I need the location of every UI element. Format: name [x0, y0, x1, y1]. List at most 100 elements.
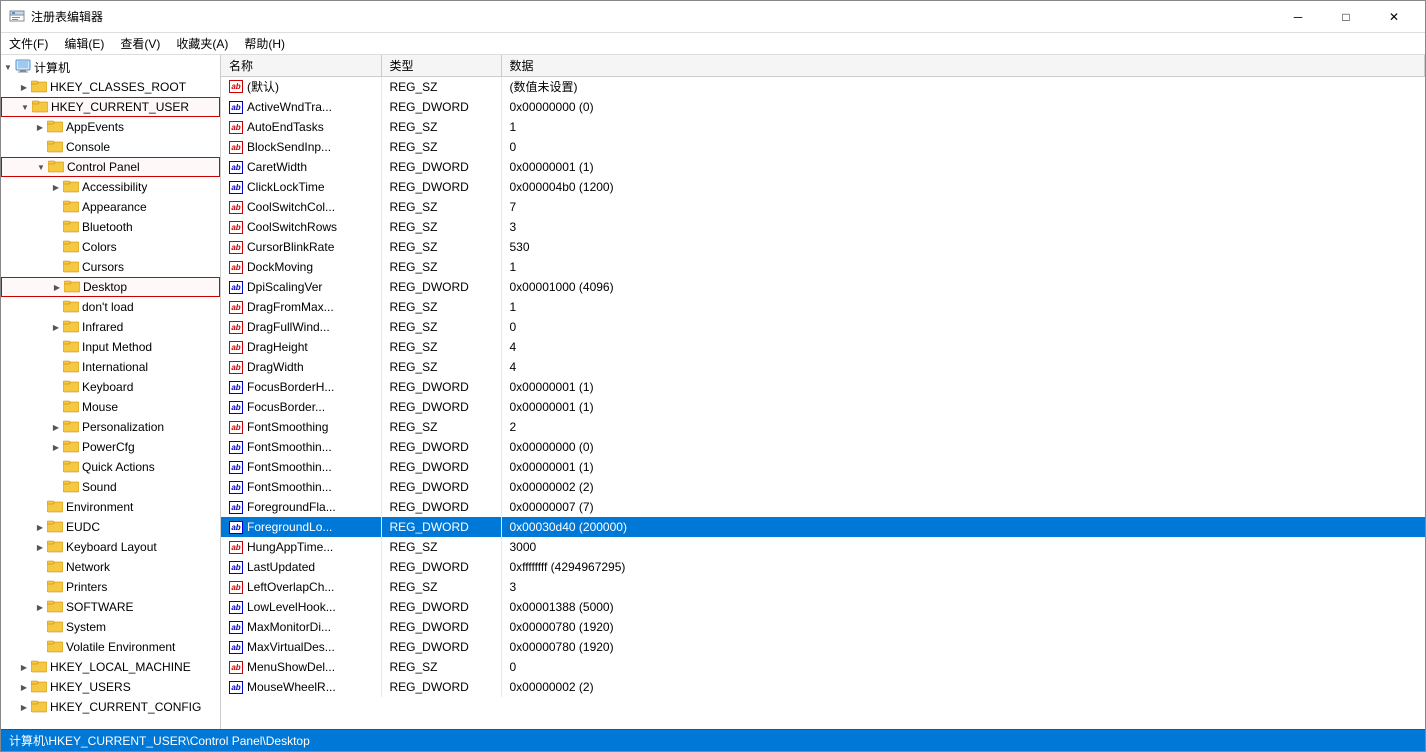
folder-icon: [47, 639, 63, 656]
expand-icon: ▶: [17, 699, 31, 715]
tree-node-cursors[interactable]: Cursors: [1, 257, 220, 277]
table-row[interactable]: ab FocusBorder... REG_DWORD 0x00000001 (…: [221, 397, 1425, 417]
reg-type-icon: ab: [229, 261, 243, 274]
tree-node-desktop[interactable]: ▶ Desktop: [1, 277, 220, 297]
table-row[interactable]: ab CursorBlinkRate REG_SZ 530: [221, 237, 1425, 257]
tree-node-appearance[interactable]: Appearance: [1, 197, 220, 217]
tree-node-dontload[interactable]: don't load: [1, 297, 220, 317]
table-row[interactable]: ab DragWidth REG_SZ 4: [221, 357, 1425, 377]
tree-node-printers[interactable]: Printers: [1, 577, 220, 597]
table-row[interactable]: ab MaxVirtualDes... REG_DWORD 0x00000780…: [221, 637, 1425, 657]
folder-icon: [64, 279, 80, 296]
table-row[interactable]: ab ForegroundFla... REG_DWORD 0x00000007…: [221, 497, 1425, 517]
menu-file[interactable]: 文件(F): [1, 33, 56, 55]
tree-node-hklm[interactable]: ▶ HKEY_LOCAL_MACHINE: [1, 657, 220, 677]
cell-data: 2: [501, 417, 1425, 437]
cell-data: 0x00000002 (2): [501, 677, 1425, 697]
tree-node-accessibility[interactable]: ▶ Accessibility: [1, 177, 220, 197]
table-row[interactable]: ab LastUpdated REG_DWORD 0xffffffff (429…: [221, 557, 1425, 577]
tree-node-environment[interactable]: Environment: [1, 497, 220, 517]
tree-node-console[interactable]: Console: [1, 137, 220, 157]
right-panel: 名称 类型 数据 ab (默认) REG_SZ (数值未设置) ab Activ…: [221, 55, 1425, 729]
table-row[interactable]: ab DockMoving REG_SZ 1: [221, 257, 1425, 277]
table-row[interactable]: ab FocusBorderH... REG_DWORD 0x00000001 …: [221, 377, 1425, 397]
tree-node-label: HKEY_CURRENT_CONFIG: [50, 700, 201, 714]
table-row[interactable]: ab CoolSwitchCol... REG_SZ 7: [221, 197, 1425, 217]
tree-node-volatileenv[interactable]: Volatile Environment: [1, 637, 220, 657]
tree-node-keyboardlayout[interactable]: ▶ Keyboard Layout: [1, 537, 220, 557]
table-row[interactable]: ab CoolSwitchRows REG_SZ 3: [221, 217, 1425, 237]
cell-data: 3: [501, 217, 1425, 237]
table-row[interactable]: ab MenuShowDel... REG_SZ 0: [221, 657, 1425, 677]
table-row[interactable]: ab AutoEndTasks REG_SZ 1: [221, 117, 1425, 137]
cell-name: ab LowLevelHook...: [221, 597, 381, 617]
tree-node-label: Environment: [66, 500, 133, 514]
table-row[interactable]: ab DpiScalingVer REG_DWORD 0x00001000 (4…: [221, 277, 1425, 297]
tree-node-sound[interactable]: Sound: [1, 477, 220, 497]
maximize-button[interactable]: □: [1323, 3, 1369, 31]
table-row[interactable]: ab DragFullWind... REG_SZ 0: [221, 317, 1425, 337]
table-row[interactable]: ab LowLevelHook... REG_DWORD 0x00001388 …: [221, 597, 1425, 617]
tree-node-quickactions[interactable]: Quick Actions: [1, 457, 220, 477]
tree-node-mouse[interactable]: Mouse: [1, 397, 220, 417]
close-button[interactable]: ✕: [1371, 3, 1417, 31]
tree-node-hkcc[interactable]: ▶ HKEY_CURRENT_CONFIG: [1, 697, 220, 717]
col-header-type: 类型: [381, 55, 501, 77]
tree-node-personalization[interactable]: ▶ Personalization: [1, 417, 220, 437]
table-row[interactable]: ab ActiveWndTra... REG_DWORD 0x00000000 …: [221, 97, 1425, 117]
tree-node-computer[interactable]: ▼ 计算机: [1, 57, 220, 77]
tree-node-infrared[interactable]: ▶ Infrared: [1, 317, 220, 337]
menu-help[interactable]: 帮助(H): [236, 33, 293, 55]
table-row[interactable]: ab ForegroundLo... REG_DWORD 0x00030d40 …: [221, 517, 1425, 537]
folder-icon: [48, 159, 64, 176]
table-row[interactable]: ab ClickLockTime REG_DWORD 0x000004b0 (1…: [221, 177, 1425, 197]
tree-node-international[interactable]: International: [1, 357, 220, 377]
table-row[interactable]: ab DragHeight REG_SZ 4: [221, 337, 1425, 357]
table-row[interactable]: ab MouseWheelR... REG_DWORD 0x00000002 (…: [221, 677, 1425, 697]
tree-node-label: Mouse: [82, 400, 118, 414]
tree-node-powercfg[interactable]: ▶ PowerCfg: [1, 437, 220, 457]
table-row[interactable]: ab HungAppTime... REG_SZ 3000: [221, 537, 1425, 557]
table-row[interactable]: ab (默认) REG_SZ (数值未设置): [221, 77, 1425, 97]
table-row[interactable]: ab FontSmoothin... REG_DWORD 0x00000002 …: [221, 477, 1425, 497]
cell-name: ab FontSmoothing: [221, 417, 381, 437]
tree-node-bluetooth[interactable]: Bluetooth: [1, 217, 220, 237]
table-row[interactable]: ab FontSmoothin... REG_DWORD 0x00000001 …: [221, 457, 1425, 477]
tree-node-keyboard[interactable]: Keyboard: [1, 377, 220, 397]
tree-node-hkcr[interactable]: ▶ HKEY_CLASSES_ROOT: [1, 77, 220, 97]
cell-type: REG_DWORD: [381, 477, 501, 497]
tree-node-network[interactable]: Network: [1, 557, 220, 577]
table-row[interactable]: ab MaxMonitorDi... REG_DWORD 0x00000780 …: [221, 617, 1425, 637]
tree-node-inputmethod[interactable]: Input Method: [1, 337, 220, 357]
tree-node-hkcu[interactable]: ▼ HKEY_CURRENT_USER: [1, 97, 220, 117]
table-row[interactable]: ab BlockSendInp... REG_SZ 0: [221, 137, 1425, 157]
computer-icon: [15, 59, 31, 76]
tree-node-system[interactable]: System: [1, 617, 220, 637]
tree-node-label: Printers: [66, 580, 107, 594]
cell-type: REG_SZ: [381, 297, 501, 317]
reg-type-icon: ab: [229, 641, 243, 654]
cell-data: 7: [501, 197, 1425, 217]
tree-node-label: HKEY_CURRENT_USER: [51, 100, 189, 114]
minimize-button[interactable]: ─: [1275, 3, 1321, 31]
reg-type-icon: ab: [229, 281, 243, 294]
table-row[interactable]: ab CaretWidth REG_DWORD 0x00000001 (1): [221, 157, 1425, 177]
tree-node-colors[interactable]: Colors: [1, 237, 220, 257]
tree-node-controlpanel[interactable]: ▼ Control Panel: [1, 157, 220, 177]
tree-node-eudc[interactable]: ▶ EUDC: [1, 517, 220, 537]
cell-type: REG_SZ: [381, 337, 501, 357]
menu-view[interactable]: 查看(V): [112, 33, 168, 55]
menu-favorites[interactable]: 收藏夹(A): [168, 33, 236, 55]
cell-name: ab LastUpdated: [221, 557, 381, 577]
tree-node-software[interactable]: ▶ SOFTWARE: [1, 597, 220, 617]
table-row[interactable]: ab FontSmoothing REG_SZ 2: [221, 417, 1425, 437]
tree-node-appevents[interactable]: ▶ AppEvents: [1, 117, 220, 137]
table-row[interactable]: ab LeftOverlapCh... REG_SZ 3: [221, 577, 1425, 597]
status-path: 计算机\HKEY_CURRENT_USER\Control Panel\Desk…: [9, 732, 310, 749]
tree-node-label: Control Panel: [67, 160, 140, 174]
table-row[interactable]: ab FontSmoothin... REG_DWORD 0x00000000 …: [221, 437, 1425, 457]
menu-edit[interactable]: 编辑(E): [56, 33, 112, 55]
table-row[interactable]: ab DragFromMax... REG_SZ 1: [221, 297, 1425, 317]
tree-node-hku[interactable]: ▶ HKEY_USERS: [1, 677, 220, 697]
reg-type-icon: ab: [229, 601, 243, 614]
